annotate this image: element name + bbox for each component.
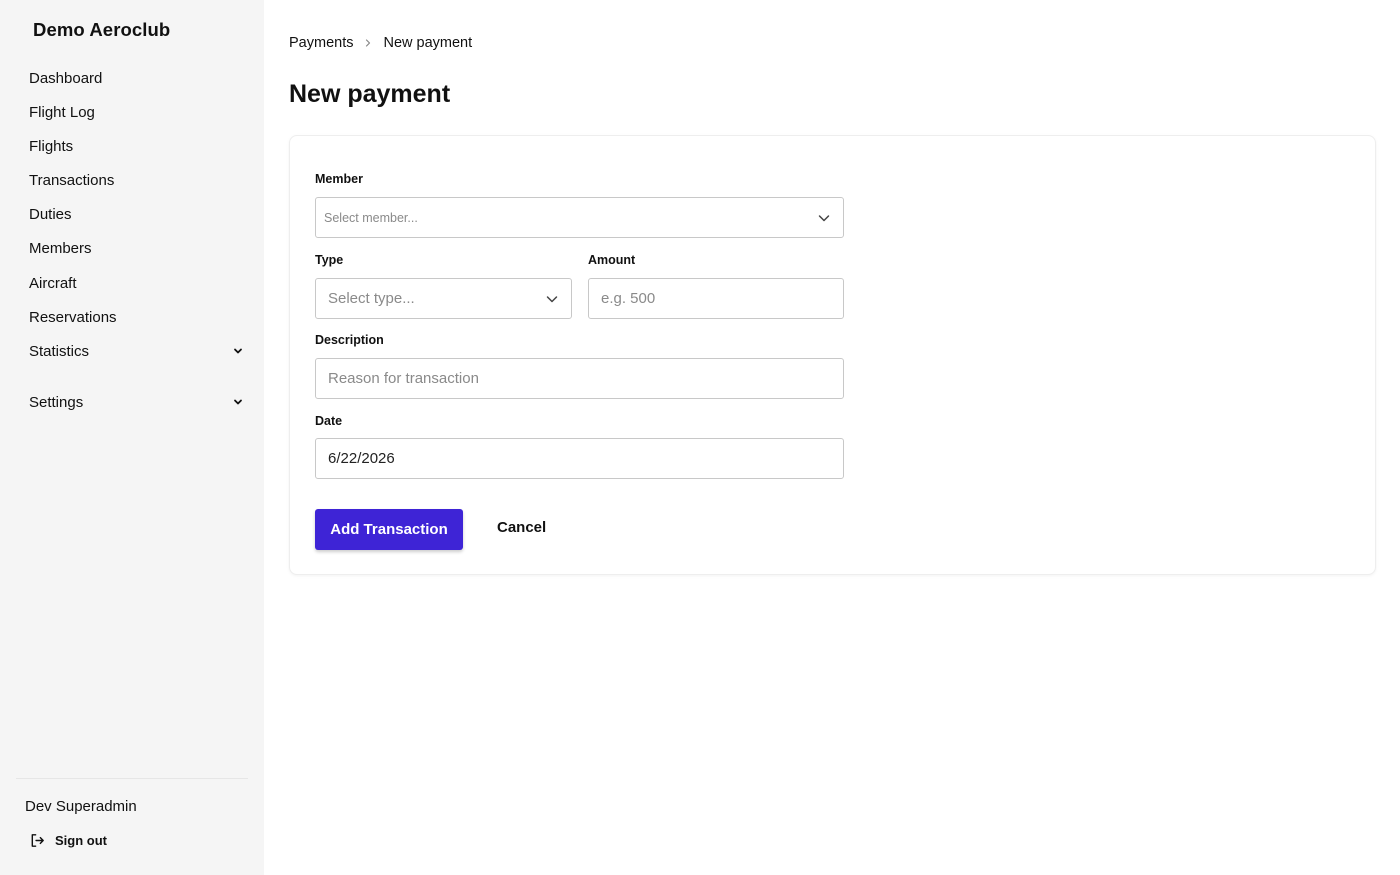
sign-out-label: Sign out — [55, 833, 107, 848]
sidebar-item-label: Dashboard — [29, 69, 103, 87]
breadcrumb: Payments New payment — [289, 35, 472, 51]
sidebar-item-label: Flight Log — [29, 103, 95, 121]
chevron-right-icon — [363, 38, 373, 48]
chevron-down-icon — [546, 295, 558, 302]
breadcrumb-link-payments[interactable]: Payments — [289, 35, 353, 51]
amount-input-placeholder: e.g. 500 — [601, 290, 656, 307]
chevron-down-icon — [234, 348, 242, 354]
chevron-down-icon — [234, 399, 242, 405]
sidebar-item-statistics[interactable]: Statistics — [29, 337, 244, 365]
payment-form-card: Member Select member... Type Select type… — [289, 135, 1376, 575]
page-title: New payment — [289, 80, 451, 108]
type-select-placeholder: Select type... — [328, 290, 415, 307]
description-input[interactable]: Reason for transaction — [315, 358, 844, 399]
sign-out-icon — [31, 834, 44, 847]
sidebar-item-transactions[interactable]: Transactions — [29, 166, 244, 194]
date-input-value: 6/22/2026 — [328, 450, 395, 467]
date-label: Date — [315, 414, 343, 428]
brand-title: Demo Aeroclub — [33, 19, 171, 40]
description-label: Description — [315, 333, 384, 347]
member-select[interactable]: Select member... — [315, 197, 844, 238]
sidebar-item-flight-log[interactable]: Flight Log — [29, 98, 244, 126]
breadcrumb-current: New payment — [383, 35, 473, 51]
sidebar-item-label: Statistics — [29, 342, 90, 360]
sidebar-divider — [16, 778, 248, 779]
current-user-name: Dev Superadmin — [25, 798, 137, 815]
add-transaction-button[interactable]: Add Transaction — [315, 509, 463, 550]
description-input-placeholder: Reason for transaction — [328, 370, 479, 387]
date-input[interactable]: 6/22/2026 — [315, 438, 844, 479]
sidebar-item-label: Duties — [29, 205, 72, 223]
type-select[interactable]: Select type... — [315, 278, 572, 319]
member-select-placeholder: Select member... — [324, 210, 418, 225]
chevron-down-icon — [818, 214, 830, 221]
sidebar-item-label: Transactions — [29, 171, 115, 189]
sidebar-item-label: Reservations — [29, 308, 117, 326]
sidebar-item-label: Flights — [29, 137, 74, 155]
sidebar-item-label: Members — [29, 239, 92, 257]
sidebar: Demo Aeroclub Dashboard Flight Log Fligh… — [0, 0, 264, 875]
amount-input[interactable]: e.g. 500 — [588, 278, 844, 319]
sign-out-button[interactable]: Sign out — [29, 832, 107, 849]
sidebar-item-label: Aircraft — [29, 274, 77, 292]
sidebar-item-members[interactable]: Members — [29, 234, 244, 262]
sidebar-item-duties[interactable]: Duties — [29, 200, 244, 228]
sidebar-item-label: Settings — [29, 393, 84, 411]
member-label: Member — [315, 172, 363, 186]
sidebar-item-aircraft[interactable]: Aircraft — [29, 269, 244, 297]
sidebar-item-flights[interactable]: Flights — [29, 132, 244, 160]
sidebar-item-reservations[interactable]: Reservations — [29, 303, 244, 331]
cancel-button[interactable]: Cancel — [497, 519, 546, 536]
type-label: Type — [315, 253, 344, 267]
sidebar-item-settings[interactable]: Settings — [29, 388, 244, 416]
amount-label: Amount — [588, 253, 636, 267]
sidebar-item-dashboard[interactable]: Dashboard — [29, 64, 244, 92]
